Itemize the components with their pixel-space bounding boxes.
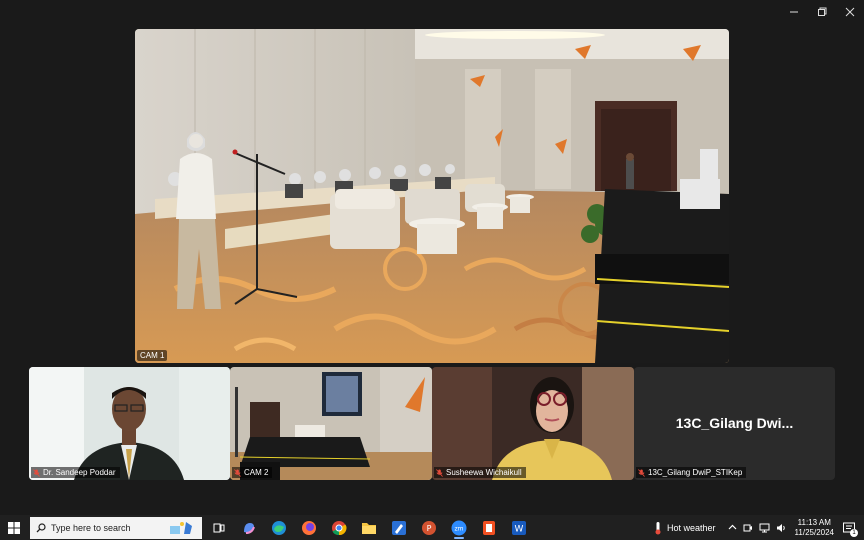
folder-icon [362,522,376,534]
svg-text:zm: zm [455,525,464,532]
start-button[interactable] [0,515,28,540]
chrome-icon [332,520,347,535]
main-video-feed[interactable]: CAM 1 [135,29,729,363]
clock[interactable]: 11:13 AM 11/25/2024 [795,518,834,538]
taskbar-apps: P zm W [204,515,534,540]
participant-tile[interactable]: CAM 2 [230,367,432,480]
window-controls [780,0,864,24]
pen-app-icon [392,520,406,535]
thermometer-icon [655,521,661,534]
participant-name-label: Dr. Sandeep Poddar [31,467,120,478]
powerpoint-app[interactable]: P [414,515,444,540]
svg-text:P: P [427,524,432,533]
copilot-icon [244,522,255,534]
zoom-app[interactable]: zm [444,515,474,540]
search-icon [36,522,46,532]
participant-name: CAM 2 [244,468,269,477]
clock-date: 11/25/2024 [794,527,834,537]
search-highlight-icon [168,520,198,536]
participant-name: 13C_Gilang DwiP_STIKep [648,468,743,477]
close-icon [845,7,855,17]
taskbar: Type here to search P zm W Hot weather 1… [0,515,864,540]
maximize-button[interactable] [808,0,836,24]
minimize-button[interactable] [780,0,808,24]
word-app[interactable]: W [504,515,534,540]
mic-muted-icon [234,468,241,477]
notification-button[interactable]: 1 [840,519,858,537]
camera-label: CAM 1 [137,350,168,361]
mic-muted-icon [436,468,443,477]
taskbar-search-box[interactable]: Type here to search [30,516,202,539]
participant-tile[interactable]: Susheewa Wichaikull [432,367,634,480]
minimize-icon [790,11,798,13]
close-button[interactable] [836,0,864,24]
tray-icons [728,523,787,533]
edge-icon [272,520,286,535]
chevron-up-icon[interactable] [728,523,737,532]
participant-name: Susheewa Wichaikull [446,468,522,477]
svg-text:W: W [515,524,524,534]
powerpoint-icon: P [422,520,436,535]
participant-video [29,367,230,480]
participant-display-name: 13C_Gilang Dwi... [675,415,794,431]
office-icon [483,520,495,535]
file-explorer-app[interactable] [354,515,384,540]
participant-name: Dr. Sandeep Poddar [43,468,116,477]
meet-now-icon[interactable] [743,523,753,533]
firefox-icon [302,520,316,535]
search-placeholder: Type here to search [51,522,131,533]
participant-tile[interactable]: 13C_Gilang Dwi... 13C_Gilang DwiP_STIKep [634,367,835,480]
weather-text: Hot weather [667,522,716,533]
mic-muted-icon [33,468,40,477]
participant-video [230,367,432,480]
notification-count: 1 [850,528,858,537]
editor-app[interactable] [384,515,414,540]
office-app[interactable] [474,515,504,540]
edge-app[interactable] [264,515,294,540]
participant-name-label: Susheewa Wichaikull [434,467,526,478]
volume-icon[interactable] [776,523,787,533]
copilot-app[interactable] [234,515,264,540]
system-tray: Hot weather 11:13 AM 11/25/2024 1 [654,515,864,540]
chrome-app[interactable] [324,515,354,540]
network-icon[interactable] [759,523,770,533]
participant-video [432,367,634,480]
zoom-icon: zm [451,520,467,535]
weather-widget[interactable]: Hot weather [654,521,716,535]
task-view-button[interactable] [204,515,234,540]
task-view-icon [213,523,225,532]
firefox-app[interactable] [294,515,324,540]
restore-icon [818,7,827,16]
mic-muted-icon [638,468,645,477]
participant-name-label: CAM 2 [232,467,273,478]
participant-name-label: 13C_Gilang DwiP_STIKep [636,467,747,478]
conference-room-video [135,29,729,363]
windows-logo-icon [8,521,20,534]
word-icon: W [512,520,526,535]
clock-time: 11:13 AM [797,517,831,527]
participant-tile[interactable]: Dr. Sandeep Poddar [29,367,230,480]
